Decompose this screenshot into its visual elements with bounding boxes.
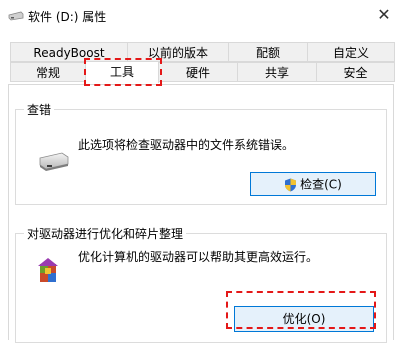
tab-tools[interactable]: 工具: [85, 61, 159, 83]
tab-quota[interactable]: 配额: [228, 42, 308, 62]
defrag-icon: [36, 256, 60, 284]
tab-customize[interactable]: 自定义: [307, 42, 395, 62]
optimize-title: 对驱动器进行优化和碎片整理: [24, 225, 187, 242]
shield-icon: [284, 178, 297, 192]
optimize-description: 优化计算机的驱动器可以帮助其更高效运行。: [78, 250, 319, 264]
check-button-label: 检查(C): [300, 177, 342, 192]
error-check-title: 查错: [24, 101, 55, 118]
drive-icon: [38, 150, 70, 172]
check-button[interactable]: 检查(C): [250, 172, 376, 196]
close-button[interactable]: ✕: [366, 0, 402, 30]
optimize-button[interactable]: 优化(O): [234, 306, 374, 332]
tab-security[interactable]: 安全: [316, 62, 395, 82]
tab-hardware[interactable]: 硬件: [158, 62, 238, 82]
error-check-group: 查错 此选项将检查驱动器中的文件系统错误。 检查(C): [15, 101, 387, 205]
tab-readyboost[interactable]: ReadyBoost: [10, 42, 128, 62]
drive-icon: [8, 11, 24, 21]
optimize-group: 对驱动器进行优化和碎片整理 优化计算机的驱动器可以帮助其更高效运行。 优化(O): [15, 225, 387, 343]
window-title: 软件 (D:) 属性: [28, 10, 107, 24]
tab-general[interactable]: 常规: [10, 62, 86, 82]
tools-panel: 查错 此选项将检查驱动器中的文件系统错误。 检查(C) 对驱动器进行优化和碎片整…: [8, 84, 394, 343]
tab-sharing[interactable]: 共享: [237, 62, 317, 82]
tab-previous-versions[interactable]: 以前的版本: [127, 42, 229, 62]
title-bar: 软件 (D:) 属性 ✕: [0, 0, 402, 32]
error-check-description: 此选项将检查驱动器中的文件系统错误。: [78, 138, 295, 152]
